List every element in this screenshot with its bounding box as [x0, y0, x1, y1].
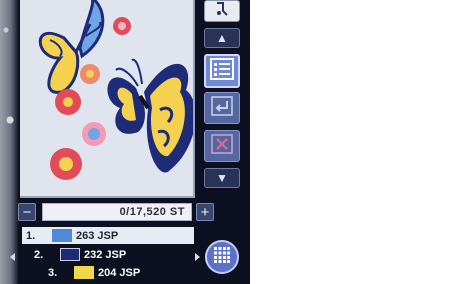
delete-icon: [211, 133, 233, 159]
butterfly-design-image: [38, 0, 193, 180]
minus-button[interactable]: −: [18, 203, 36, 221]
color-label: 263 JSP: [76, 229, 119, 242]
enter-icon: [211, 95, 233, 121]
color-list-button[interactable]: [204, 54, 240, 88]
color-swatch: [74, 266, 94, 279]
color-label: 232 JSP: [84, 248, 127, 261]
chevron-up-icon: ▲: [216, 31, 228, 45]
color-list-item[interactable]: 3. 204 JSP: [48, 264, 140, 281]
stitch-count-display: 0/17,520 ST: [42, 203, 192, 221]
scroll-down-button[interactable]: ▼: [204, 168, 240, 188]
list-icon: [210, 57, 234, 85]
side-toolbar: ▲ ▼: [198, 0, 246, 200]
grid-icon: [213, 246, 231, 269]
flower-3: [55, 89, 81, 115]
flower-1: [113, 17, 131, 35]
sewing-machine-screen: ▲ ▼ − 0/17,520 ST + 1. 263 JSP 2. 232 JS…: [0, 0, 250, 284]
chevron-down-icon: ▼: [216, 171, 228, 185]
thread-color-list: 1. 263 JSP 2. 232 JSP 3. 204 JSP: [8, 227, 198, 284]
color-list-item[interactable]: 1. 263 JSP: [22, 227, 194, 244]
scroll-up-button[interactable]: ▲: [204, 28, 240, 48]
thread-icon: [213, 1, 231, 22]
color-number: 1.: [26, 229, 36, 242]
grid-button[interactable]: [205, 240, 239, 274]
color-number: 2.: [34, 248, 44, 261]
enter-button[interactable]: [204, 92, 240, 124]
color-swatch: [52, 229, 72, 242]
flower-4: [82, 122, 106, 146]
color-number: 3.: [48, 266, 58, 279]
delete-button[interactable]: [204, 130, 240, 162]
flower-5: [50, 148, 82, 180]
color-swatch: [60, 248, 80, 261]
embroidery-preview[interactable]: [20, 0, 195, 198]
color-label: 204 JSP: [98, 266, 141, 279]
butterfly-bottom: [107, 58, 193, 173]
plus-button[interactable]: +: [196, 203, 214, 221]
flower-2: [80, 64, 100, 84]
thread-button[interactable]: [204, 0, 240, 22]
color-list-item[interactable]: 2. 232 JSP: [34, 246, 126, 263]
stitch-counter: − 0/17,520 ST +: [18, 200, 218, 224]
